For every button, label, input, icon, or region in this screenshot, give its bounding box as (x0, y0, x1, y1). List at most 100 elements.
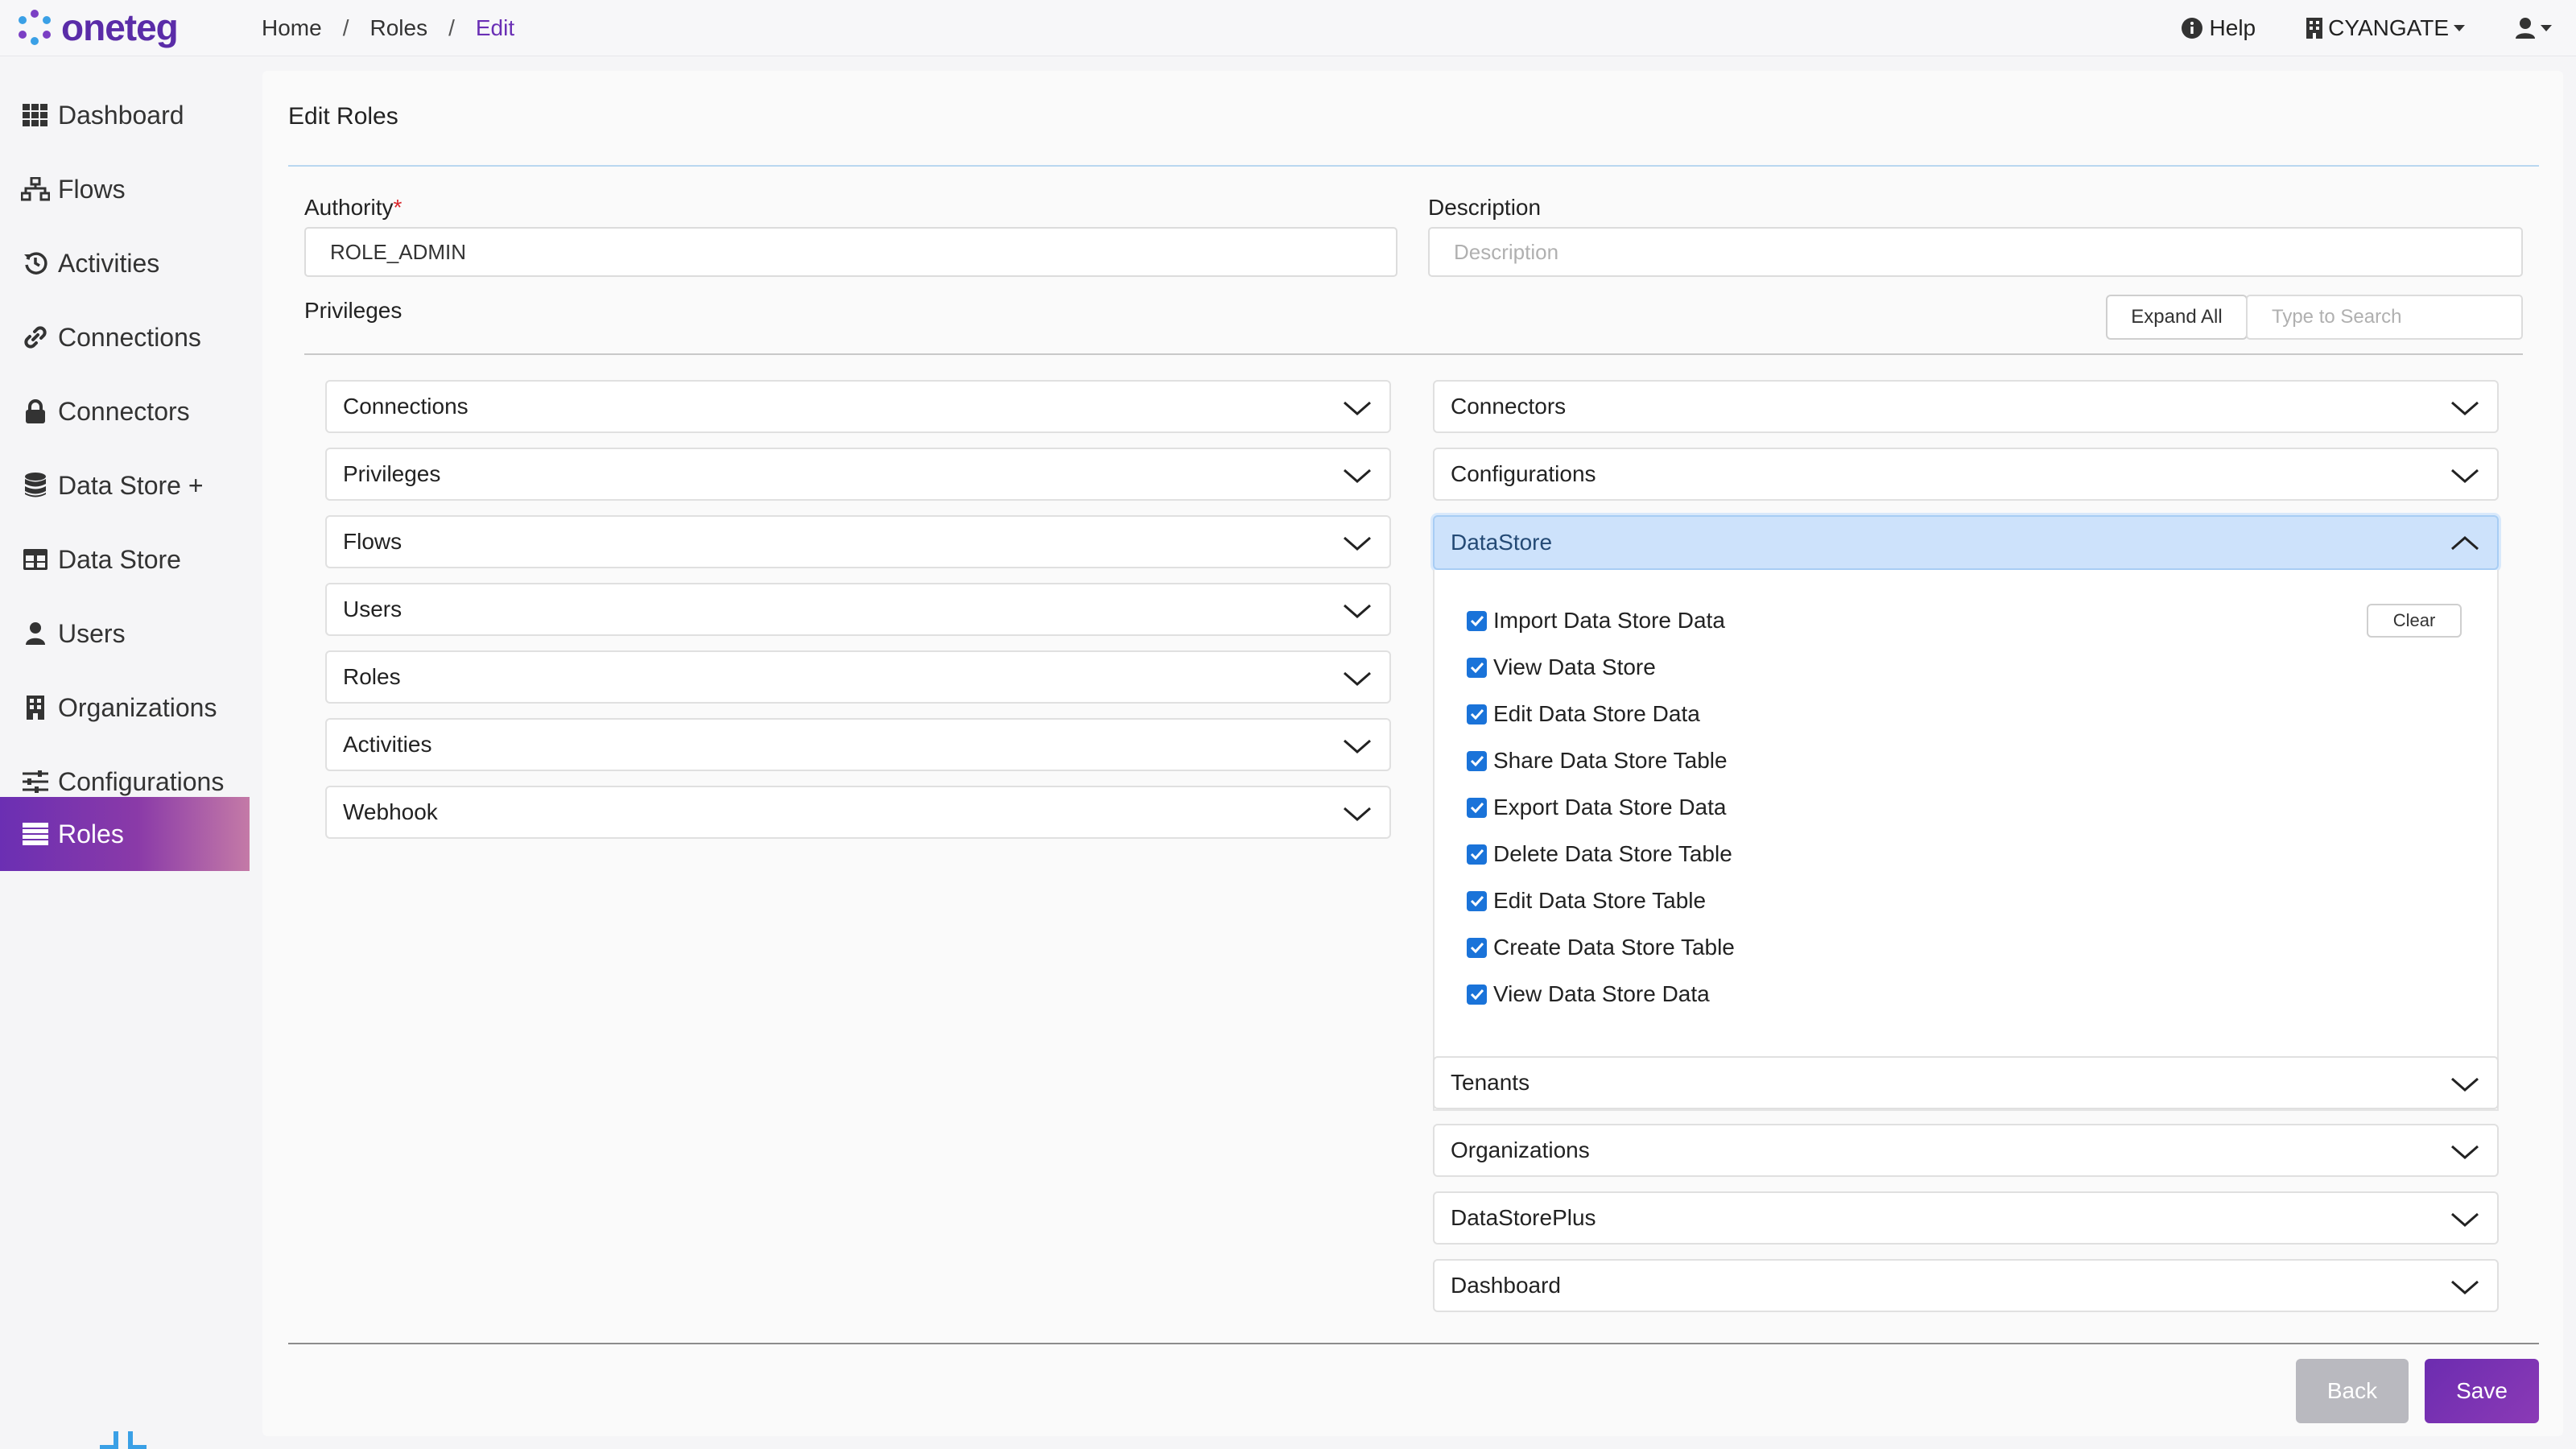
accordion-label: Roles (343, 664, 401, 689)
checkbox-checked-icon[interactable] (1467, 844, 1487, 865)
privilege-checkbox-row[interactable]: Share Data Store Table (1467, 745, 1728, 777)
privilege-label: Edit Data Store Table (1493, 888, 1707, 913)
sidebar-item-label: Roles (58, 819, 124, 848)
building-icon (2306, 18, 2323, 39)
required-mark: * (393, 195, 402, 220)
chevron-down-icon (1344, 469, 1371, 483)
org-label: CYANGATE (2328, 15, 2449, 40)
org-selector[interactable]: CYANGATE (2306, 15, 2465, 41)
sidebar-item-label: Configurations (58, 766, 225, 796)
sidebar-item-label: Dashboard (58, 100, 184, 130)
accordion-dashboard[interactable]: Dashboard (1433, 1259, 2499, 1312)
privilege-checkbox-row[interactable]: Edit Data Store Table (1467, 885, 1706, 917)
authority-label-text: Authority (304, 195, 394, 220)
privilege-checkbox-row[interactable]: Delete Data Store Table (1467, 838, 1732, 870)
chevron-down-icon (1344, 671, 1371, 686)
breadcrumb-roles[interactable]: Roles (369, 15, 427, 41)
sidebar-item-label: Connectors (58, 396, 190, 426)
description-input[interactable]: Description (1428, 227, 2523, 277)
privilege-label: Import Data Store Data (1493, 608, 1725, 633)
privilege-checkbox-row[interactable]: Export Data Store Data (1467, 791, 1726, 824)
accordion-flows[interactable]: Flows (325, 515, 1391, 568)
sitemap-icon (21, 175, 50, 204)
accordion-datastoreplus[interactable]: DataStorePlus (1433, 1191, 2499, 1245)
sidebar-item-users[interactable]: Users (0, 597, 250, 671)
accordion-label: Configurations (1451, 461, 1596, 486)
save-button[interactable]: Save (2425, 1359, 2539, 1423)
back-button[interactable]: Back (2296, 1359, 2409, 1423)
sidebar-item-activities[interactable]: Activities (0, 226, 250, 300)
breadcrumb-separator: / (448, 15, 455, 40)
privilege-checkbox-row[interactable]: View Data Store (1467, 651, 1656, 683)
privilege-label: Delete Data Store Table (1493, 841, 1732, 866)
accordion-configurations[interactable]: Configurations (1433, 448, 2499, 501)
sidebar-item-data-store[interactable]: Data Store (0, 522, 250, 597)
checkbox-checked-icon[interactable] (1467, 797, 1487, 818)
brand-logo[interactable]: oneteg (16, 3, 179, 52)
help-button[interactable]: Help (2181, 15, 2256, 41)
page-title: Edit Roles (288, 103, 398, 130)
privilege-search-input[interactable]: Type to Search (2246, 295, 2523, 340)
checkbox-checked-icon[interactable] (1467, 984, 1487, 1005)
accordion-activities[interactable]: Activities (325, 718, 1391, 771)
accordion-label: Connections (343, 394, 469, 419)
accordion-users[interactable]: Users (325, 583, 1391, 636)
collapse-icon[interactable] (98, 1430, 148, 1449)
checkbox-checked-icon[interactable] (1467, 610, 1487, 631)
accordion-roles[interactable]: Roles (325, 650, 1391, 704)
accordion-label: Flows (343, 529, 402, 554)
accordion-datastore[interactable]: DataStore (1433, 515, 2499, 570)
accordion-webhook[interactable]: Webhook (325, 786, 1391, 839)
chevron-down-icon (1344, 807, 1371, 821)
sidebar-item-organizations[interactable]: Organizations (0, 671, 250, 745)
database-icon (21, 471, 50, 500)
clear-button[interactable]: Clear (2367, 604, 2462, 638)
help-label: Help (2209, 15, 2256, 40)
accordion-privileges[interactable]: Privileges (325, 448, 1391, 501)
sidebar-item-label: Data Store + (58, 470, 204, 500)
logo-icon (19, 10, 51, 45)
accordion-connections[interactable]: Connections (325, 380, 1391, 433)
authority-input[interactable]: ROLE_ADMIN (304, 227, 1397, 277)
accordion-label: Organizations (1451, 1137, 1590, 1162)
checkbox-checked-icon[interactable] (1467, 704, 1487, 724)
building-icon (21, 693, 50, 722)
accordion-label: Connectors (1451, 394, 1567, 419)
expand-all-button[interactable]: Expand All (2106, 295, 2248, 340)
user-icon (2516, 18, 2535, 39)
header-actions: Help CYANGATE (2131, 0, 2552, 56)
link-icon (21, 323, 50, 352)
accordion-label: Webhook (343, 799, 438, 824)
breadcrumb-separator: / (342, 15, 349, 40)
checkbox-checked-icon[interactable] (1467, 750, 1487, 771)
privilege-checkbox-row[interactable]: View Data Store Data (1467, 978, 1710, 1010)
chevron-down-icon (2541, 25, 2552, 31)
checkbox-checked-icon[interactable] (1467, 657, 1487, 678)
history-icon (21, 249, 50, 278)
chevron-down-icon (1344, 739, 1371, 753)
privilege-checkbox-row[interactable]: Create Data Store Table (1467, 931, 1735, 964)
table-icon (21, 545, 50, 574)
privilege-label: View Data Store (1493, 654, 1656, 679)
description-label: Description (1428, 195, 1542, 220)
sidebar-item-roles[interactable]: Roles (0, 797, 250, 871)
accordion-connectors[interactable]: Connectors (1433, 380, 2499, 433)
sidebar-item-dashboard[interactable]: Dashboard (0, 78, 250, 152)
sidebar-item-data-store-plus[interactable]: Data Store + (0, 448, 250, 522)
checkbox-checked-icon[interactable] (1467, 937, 1487, 958)
sidebar-item-connectors[interactable]: Connectors (0, 374, 250, 448)
checkbox-checked-icon[interactable] (1467, 890, 1487, 911)
privilege-label: Export Data Store Data (1493, 795, 1727, 819)
user-menu[interactable] (2515, 17, 2552, 39)
privilege-checkbox-row[interactable]: Import Data Store Data (1467, 605, 1725, 637)
chevron-down-icon (1344, 604, 1371, 618)
privilege-checkbox-row[interactable]: Edit Data Store Data (1467, 698, 1700, 730)
accordion-label: DataStore (1451, 530, 1553, 555)
accordion-tenants[interactable]: Tenants (1433, 1056, 2499, 1109)
breadcrumb-home[interactable]: Home (262, 15, 322, 41)
authority-label: Authority* (304, 195, 402, 221)
sidebar-item-connections[interactable]: Connections (0, 300, 250, 374)
divider (288, 1343, 2539, 1344)
sidebar-item-flows[interactable]: Flows (0, 152, 250, 226)
accordion-organizations[interactable]: Organizations (1433, 1124, 2499, 1177)
